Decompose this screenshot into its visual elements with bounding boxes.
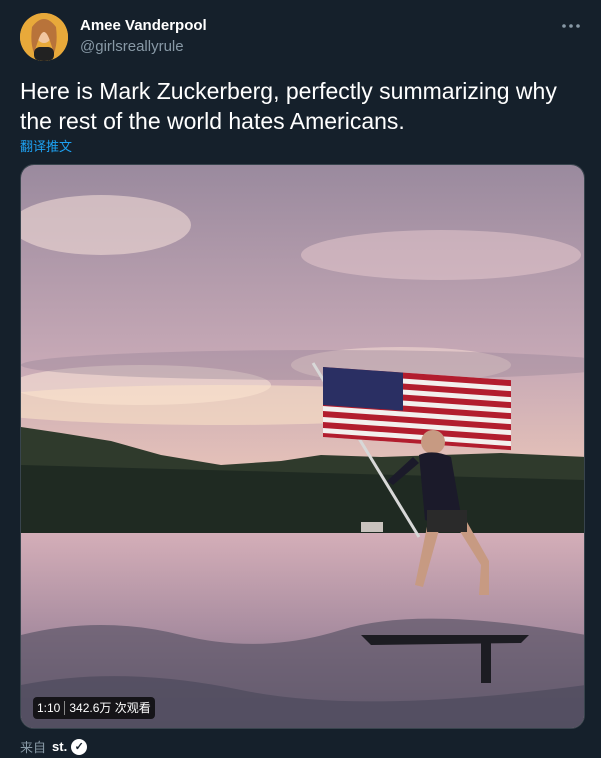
verified-badge-icon: ✓ xyxy=(71,738,88,755)
tweet: Amee Vanderpool @girlsreallyrule Here is… xyxy=(0,0,601,758)
avatar[interactable] xyxy=(20,13,68,61)
source-prefix: 来自 xyxy=(20,740,47,755)
source-app-link[interactable]: st. xyxy=(52,739,67,754)
tweet-text: Here is Mark Zuckerberg, perfectly summa… xyxy=(20,78,557,134)
author-handle[interactable]: @girlsreallyrule xyxy=(80,38,184,55)
author-name[interactable]: Amee Vanderpool xyxy=(80,17,207,34)
translate-tweet-link[interactable]: 翻译推文 xyxy=(20,136,72,155)
video-stats-badge: 1:10 342.6万 次观看 xyxy=(33,697,155,719)
video-thumbnail xyxy=(21,165,584,728)
more-icon[interactable] xyxy=(559,14,583,38)
badge-divider xyxy=(64,701,66,715)
video-duration: 1:10 xyxy=(37,701,61,715)
video-player[interactable] xyxy=(20,164,585,729)
video-view-count: 342.6万 次观看 xyxy=(69,701,151,715)
tweet-source: 来自 st. ✓ xyxy=(20,737,88,756)
